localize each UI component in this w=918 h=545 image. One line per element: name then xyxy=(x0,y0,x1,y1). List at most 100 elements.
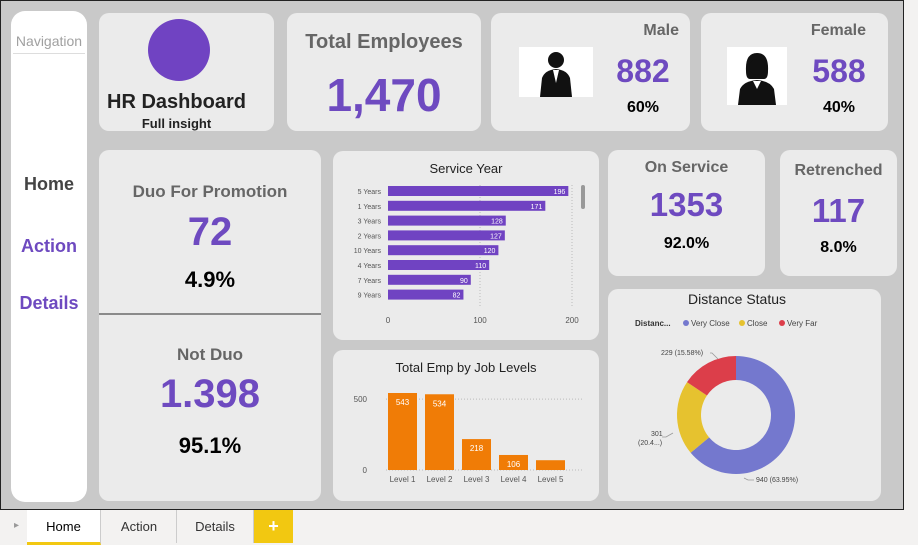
distance-label-leader xyxy=(662,432,674,438)
distance-label-leader xyxy=(710,352,719,360)
distance-label-leader xyxy=(743,477,754,481)
service-year-scrollbar[interactable] xyxy=(581,185,585,209)
service-year-bar[interactable] xyxy=(388,186,569,196)
job-level-data-label: 534 xyxy=(433,399,447,408)
service-year-category-label: 9 Years xyxy=(358,293,382,300)
on-service-percent: 92.0% xyxy=(663,235,710,252)
job-level-data-label: 218 xyxy=(470,444,484,453)
dashboard-title: HR Dashboard xyxy=(107,91,246,113)
female-percent: 40% xyxy=(822,99,856,116)
distance-legend-label[interactable]: Close xyxy=(747,319,768,328)
job-level-y-tick: 0 xyxy=(363,466,368,475)
distance-legend-marker xyxy=(779,320,785,326)
job-level-y-tick: 500 xyxy=(354,395,368,404)
male-label: Male xyxy=(643,22,679,39)
service-year-x-tick: 100 xyxy=(473,316,487,325)
job-level-data-label: 106 xyxy=(507,460,521,469)
not-duo-label: Not Duo xyxy=(176,345,244,364)
service-year-data-label: 90 xyxy=(460,278,468,285)
job-level-category-label: Level 4 xyxy=(501,475,527,484)
service-year-category-label: 10 Years xyxy=(354,248,382,255)
retrenched-label: Retrenched xyxy=(794,162,883,179)
job-level-title: Total Emp by Job Levels xyxy=(396,360,537,375)
distance-status-chart: Distance Status Distanc... Very Close Clos… xyxy=(635,291,818,484)
dashboard-subtitle: Full insight xyxy=(141,116,212,131)
service-year-bar[interactable] xyxy=(388,274,471,285)
job-level-category-label: Level 2 xyxy=(427,475,453,484)
not-duo-value: 1.398 xyxy=(159,372,261,416)
job-level-data-label: 543 xyxy=(396,398,410,407)
service-year-category-label: 3 Years xyxy=(358,219,382,226)
service-year-card: Service Year 0 100 200 5 Years 196 1 Years 17… xyxy=(333,151,599,340)
logo-circle xyxy=(148,19,210,81)
distance-data-label: 940 (63.95%) xyxy=(756,477,798,484)
navigation-panel: Navigation Home Action Details xyxy=(11,11,87,502)
page-tab-bar: ▸ Home Action Details + xyxy=(0,510,918,545)
male-silhouette-icon xyxy=(519,47,593,97)
navigation-divider xyxy=(13,53,85,54)
service-year-data-label: 171 xyxy=(531,204,543,211)
female-card: Female 588 40% xyxy=(701,13,888,131)
tab-action[interactable]: Action xyxy=(102,510,177,543)
distance-data-label: (20.4...) xyxy=(638,440,662,447)
service-year-bar[interactable] xyxy=(388,245,499,256)
service-year-bar[interactable] xyxy=(388,215,506,226)
distance-legend-marker xyxy=(739,320,745,326)
distance-status-card: Distance Status Distanc... Very Close Clos… xyxy=(608,289,881,501)
not-duo-percent: 95.1% xyxy=(178,433,242,458)
job-level-card: Total Emp by Job Levels 500 0 543 Level 1 5… xyxy=(333,350,599,501)
header-card: HR Dashboard Full insight xyxy=(99,13,274,131)
job-level-category-label: Level 5 xyxy=(538,475,564,484)
job-level-bar[interactable] xyxy=(536,460,565,470)
add-page-button[interactable]: + xyxy=(254,510,293,543)
retrenched-value: 117 xyxy=(811,192,866,229)
service-year-data-label: 110 xyxy=(475,263,486,270)
job-level-chart: Total Emp by Job Levels 500 0 543 Level 1 5… xyxy=(354,360,583,484)
distance-legend-title: Distanc... xyxy=(635,319,671,328)
promotion-percent: 4.9% xyxy=(184,267,236,292)
female-silhouette-icon xyxy=(727,47,787,105)
service-year-data-label: 196 xyxy=(554,189,566,196)
service-year-bar[interactable] xyxy=(388,260,490,270)
nav-details-button[interactable]: Details xyxy=(11,293,87,314)
service-year-title: Service Year xyxy=(430,161,504,176)
service-year-category-label: 5 Years xyxy=(358,189,382,196)
male-percent: 60% xyxy=(626,99,660,116)
nav-home-button[interactable]: Home xyxy=(11,174,87,195)
service-year-data-label: 120 xyxy=(484,248,496,255)
total-employees-label: Total Employees xyxy=(305,31,463,53)
service-year-bar[interactable] xyxy=(388,230,505,241)
promotion-label: Duo For Promotion xyxy=(132,182,288,201)
service-year-category-label: 2 Years xyxy=(358,233,382,240)
service-year-x-tick: 200 xyxy=(565,316,579,325)
female-label: Female xyxy=(810,22,866,39)
tab-scroll-left-icon[interactable]: ▸ xyxy=(14,520,19,531)
promotion-divider xyxy=(99,313,321,315)
male-card: Male 882 60% xyxy=(491,13,690,131)
on-service-value: 1353 xyxy=(649,186,724,223)
service-year-category-label: 4 Years xyxy=(358,263,382,270)
distance-legend-label[interactable]: Very Far xyxy=(787,319,818,328)
distance-data-label: 301 xyxy=(651,431,663,438)
on-service-label: On Service xyxy=(644,159,729,176)
job-level-category-label: Level 1 xyxy=(390,475,416,484)
service-year-bar[interactable] xyxy=(388,200,546,211)
female-count: 588 xyxy=(812,53,866,89)
distance-data-label: 229 (15.58%) xyxy=(661,350,703,357)
report-canvas: Navigation Home Action Details HR Dashbo… xyxy=(0,0,904,510)
distance-legend-marker xyxy=(683,320,689,326)
on-service-card: On Service 1353 92.0% xyxy=(608,150,765,276)
service-year-data-label: 127 xyxy=(490,233,502,240)
service-year-category-label: 7 Years xyxy=(358,278,382,285)
tab-details[interactable]: Details xyxy=(177,510,254,543)
job-level-category-label: Level 3 xyxy=(464,475,490,484)
tab-home[interactable]: Home xyxy=(27,510,101,545)
navigation-title: Navigation xyxy=(15,33,83,49)
service-year-data-label: 82 xyxy=(453,293,461,300)
male-count: 882 xyxy=(616,53,670,89)
distance-legend-label[interactable]: Very Close xyxy=(691,319,730,328)
service-year-x-tick: 0 xyxy=(386,316,391,325)
service-year-data-label: 128 xyxy=(491,219,503,226)
retrenched-percent: 8.0% xyxy=(820,239,857,256)
nav-action-button[interactable]: Action xyxy=(11,236,87,257)
